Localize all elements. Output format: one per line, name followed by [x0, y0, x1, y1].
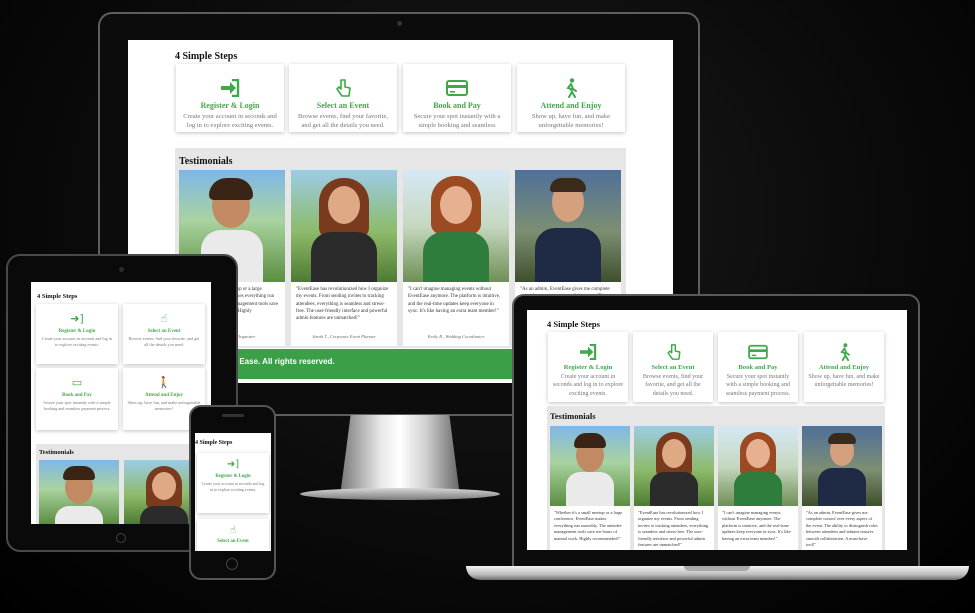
phone-speaker — [222, 414, 244, 417]
step-title: Register & Login — [215, 474, 251, 479]
step-title: Select an Event — [217, 539, 249, 544]
testimonials-heading: Testimonials — [179, 156, 233, 167]
testimonial-card: "As an admin, EventEase gives me complet… — [802, 426, 882, 550]
phone-home-button — [226, 558, 238, 570]
login-icon — [580, 344, 597, 360]
testimonial-quote: "I can't imagine managing events without… — [408, 287, 501, 314]
page-title: 4 Simple Steps — [547, 319, 600, 329]
laptop-screen: 4 Simple Steps Register & Login Create y… — [527, 310, 907, 550]
step-title: Select an Event — [651, 364, 695, 371]
phone-screen: 4 Simple Steps ➜] Register & Login Creat… — [195, 433, 271, 551]
testimonial-quote: "Whether it's a small meetup or a large … — [554, 510, 623, 541]
step-card-attend: Attend and Enjoy Show up, have fun, and … — [517, 64, 625, 132]
testimonial-photo — [718, 426, 798, 506]
step-card-register: Register & Login Create your account in … — [176, 64, 284, 132]
step-desc: Create your account in seconds and log i… — [183, 113, 277, 130]
tap-icon — [336, 79, 351, 97]
testimonial-card: "EventEase has revolutionized how I orga… — [291, 170, 397, 346]
testimonial-photo — [39, 460, 119, 524]
laptop-notch — [684, 566, 750, 571]
testimonials-section: Testimonials "Whether it's a small meetu… — [547, 406, 885, 550]
tap-icon: ☝ — [160, 312, 168, 325]
step-title: Attend and Enjoy — [818, 364, 870, 371]
step-title: Book and Pay — [433, 101, 481, 110]
step-card-select: Select an Event Browse events, find your… — [289, 64, 397, 132]
step-desc: Show up, have fun, and make unforgettabl… — [531, 113, 611, 130]
step-title: Book and Pay — [738, 364, 778, 371]
login-icon: ➜] — [70, 312, 84, 325]
tablet-camera — [119, 267, 124, 272]
testimonial-card — [39, 460, 119, 524]
page-title: 4 Simple Steps — [175, 51, 238, 62]
tablet-home-button — [116, 533, 126, 543]
step-desc: Browse events, find your favorite, and g… — [297, 113, 389, 130]
testimonial-author: Emily R., Wedding Coordinator — [427, 334, 485, 339]
testimonial-photo — [515, 170, 621, 282]
step-card-register: ➜] Register & Login Create your account … — [197, 453, 269, 513]
testimonial-quote: "EventEase has revolutionized how I orga… — [296, 287, 389, 321]
testimonial-photo — [634, 426, 714, 506]
footer-copyright: et Ease. All rights reserved. — [230, 357, 335, 366]
testimonial-photo — [802, 426, 882, 506]
testimonial-author: Sarah T., Corporate Event Planner — [312, 334, 376, 339]
walk-icon — [839, 343, 850, 361]
testimonial-photo — [403, 170, 509, 282]
step-card-register: Register & Login Create your account in … — [548, 332, 628, 402]
step-desc: Create your account in seconds and log i… — [201, 481, 265, 492]
walk-icon: 🚶 — [157, 376, 171, 389]
testimonial-card: "Whether it's a small meetup or a large … — [550, 426, 630, 550]
step-desc: Secure your spot instantly with a simple… — [725, 374, 791, 397]
step-title: Book and Pay — [62, 393, 92, 398]
testimonials-section: Testimonials — [36, 444, 208, 524]
monitor-base — [300, 488, 500, 500]
step-desc: Show up, have fun, and make unforgettabl… — [808, 374, 880, 389]
card-icon — [748, 344, 768, 360]
testimonial-photo — [291, 170, 397, 282]
step-card-select: ☝ Select an Event — [197, 519, 269, 551]
testimonials-heading: Testimonials — [39, 449, 74, 456]
login-icon — [221, 79, 240, 97]
step-card-attend: Attend and Enjoy Show up, have fun, and … — [804, 332, 884, 402]
step-card-select: Select an Event Browse events, find your… — [633, 332, 713, 402]
step-title: Select an Event — [147, 329, 181, 334]
walk-icon — [566, 78, 577, 98]
card-icon — [446, 80, 468, 96]
step-desc: Create your account in seconds and log i… — [552, 374, 624, 397]
step-title: Attend and Enjoy — [144, 393, 184, 398]
step-title: Select an Event — [316, 101, 370, 110]
testimonial-quote: "EventEase has revolutionized how I orga… — [638, 510, 709, 547]
tap-icon — [666, 344, 681, 360]
testimonial-card: "EventEase has revolutionized how I orga… — [634, 426, 714, 550]
testimonial-card: "I can't imagine managing events without… — [403, 170, 509, 346]
step-title: Register & Login — [58, 329, 96, 334]
monitor-neck — [340, 415, 460, 495]
testimonial-quote: "I can't imagine managing events without… — [722, 510, 791, 541]
step-card-select: ☝ Select an Event Browse events, find yo… — [123, 304, 205, 364]
step-title: Register & Login — [200, 101, 260, 110]
step-desc: Browse events, find your favorite, and g… — [128, 336, 200, 347]
step-card-register: ➜] Register & Login Create your account … — [36, 304, 118, 364]
page-title: 4 Simple Steps — [195, 440, 233, 446]
tap-icon: ☝ — [229, 525, 237, 536]
testimonial-photo — [550, 426, 630, 506]
testimonial-quote: "As an admin, EventEase gives me complet… — [806, 510, 878, 547]
step-card-book: ▭ Book and Pay Secure your spot instantl… — [36, 368, 118, 430]
step-title: Attend and Enjoy — [540, 101, 602, 110]
step-desc: Create your account in seconds and log i… — [41, 336, 113, 347]
step-desc: Browse events, find your favorite, and g… — [642, 374, 704, 397]
step-desc: Secure your spot instantly with a simple… — [413, 113, 501, 132]
step-desc: Secure your spot instantly with a simple… — [43, 400, 111, 411]
step-card-book: Book and Pay Secure your spot instantly … — [403, 64, 511, 132]
desktop-camera — [397, 21, 402, 26]
card-icon: ▭ — [71, 376, 83, 389]
step-title: Register & Login — [563, 364, 613, 371]
tablet-screen: 4 Simple Steps ➜] Register & Login Creat… — [31, 282, 211, 524]
testimonials-heading: Testimonials — [550, 411, 596, 421]
step-card-book: Book and Pay Secure your spot instantly … — [718, 332, 798, 402]
page-title: 4 Simple Steps — [37, 293, 78, 300]
testimonial-card: "I can't imagine managing events without… — [718, 426, 798, 550]
login-icon: ➜] — [226, 459, 240, 470]
